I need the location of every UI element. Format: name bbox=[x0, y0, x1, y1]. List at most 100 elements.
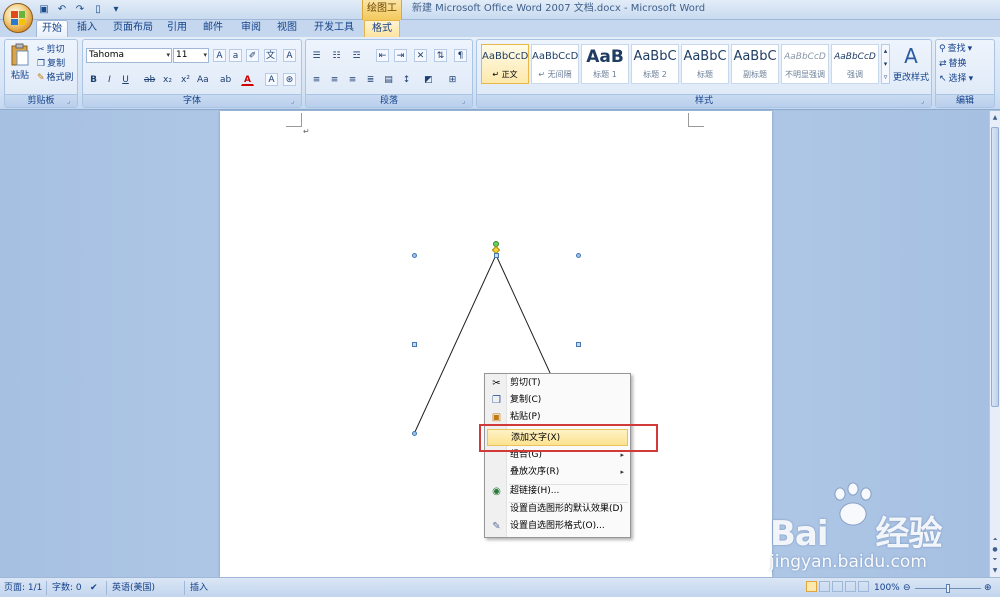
zoom-out-icon[interactable]: ⊖ bbox=[903, 581, 911, 595]
zoom-in-icon[interactable]: ⊕ bbox=[984, 581, 992, 595]
style-emphasis[interactable]: AaBbCcD 强调 bbox=[831, 44, 879, 84]
customize-qat-icon[interactable]: ▾ bbox=[110, 4, 122, 16]
decrease-indent-icon[interactable]: ⇤ bbox=[376, 49, 389, 62]
paragraph-launcher-icon[interactable]: ⌟ bbox=[462, 97, 470, 105]
styles-launcher-icon[interactable]: ⌟ bbox=[921, 97, 929, 105]
bold-icon[interactable]: B bbox=[87, 73, 100, 86]
chinese-layout-icon[interactable]: ✕ bbox=[414, 49, 427, 62]
menu-item-cut[interactable]: ✂ 剪切(T) bbox=[487, 375, 628, 392]
cut-button[interactable]: ✂ 剪切 bbox=[37, 43, 65, 57]
insert-mode-status[interactable]: 插入 bbox=[190, 581, 208, 595]
numbering-icon[interactable]: ☷ bbox=[330, 49, 343, 62]
highlight-icon[interactable]: ab bbox=[219, 73, 232, 86]
resize-handle-left[interactable] bbox=[412, 342, 417, 347]
zoom-slider[interactable] bbox=[915, 581, 981, 595]
style-heading-1[interactable]: AaB 标题 1 bbox=[581, 44, 629, 84]
outline-icon[interactable] bbox=[845, 581, 856, 592]
tab-insert[interactable]: 插入 bbox=[72, 20, 102, 37]
resize-handle-bl[interactable] bbox=[412, 431, 417, 436]
grow-font-icon[interactable]: A bbox=[213, 49, 226, 62]
sort-icon[interactable]: ⇅ bbox=[434, 49, 447, 62]
font-launcher-icon[interactable]: ⌟ bbox=[291, 97, 299, 105]
copy-button[interactable]: ❐ 复制 bbox=[37, 57, 65, 71]
tab-mailings[interactable]: 邮件 bbox=[198, 20, 228, 37]
tab-page-layout[interactable]: 页面布局 bbox=[108, 20, 158, 37]
style-title[interactable]: AaBbC 标题 bbox=[681, 44, 729, 84]
style-heading-2[interactable]: AaBbC 标题 2 bbox=[631, 44, 679, 84]
superscript-icon[interactable]: x² bbox=[179, 73, 192, 86]
menu-item-copy[interactable]: ❐ 复制(C) bbox=[487, 392, 628, 409]
zoom-slider-thumb[interactable] bbox=[946, 584, 950, 593]
resize-handle-tr[interactable] bbox=[576, 253, 581, 258]
distributed-icon[interactable]: ▤ bbox=[382, 73, 395, 86]
phonetic-guide-icon[interactable]: 文 bbox=[264, 49, 277, 62]
paste-button[interactable]: 粘贴 bbox=[7, 42, 33, 81]
clipboard-launcher-icon[interactable]: ⌟ bbox=[67, 97, 75, 105]
font-name-combo[interactable]: Tahoma ▾ bbox=[86, 48, 172, 63]
tab-references[interactable]: 引用 bbox=[162, 20, 192, 37]
resize-handle-top[interactable] bbox=[494, 253, 499, 258]
align-left-icon[interactable]: ≡ bbox=[310, 73, 323, 86]
menu-item-set-default-autoshape[interactable]: 设置自选图形的默认效果(D) bbox=[487, 501, 628, 518]
word-count[interactable]: 字数: 0 bbox=[52, 581, 82, 595]
language-status[interactable]: 英语(美国) bbox=[112, 581, 155, 595]
strikethrough-icon[interactable]: ab bbox=[143, 73, 156, 86]
styles-scroll-icon[interactable]: ▴ ▾ ▿ bbox=[881, 44, 890, 84]
tab-view[interactable]: 视图 bbox=[272, 20, 302, 37]
shrink-font-icon[interactable]: a bbox=[229, 49, 242, 62]
page-count[interactable]: 页面: 1/1 bbox=[4, 581, 42, 595]
replace-button[interactable]: ⇄ 替换 bbox=[939, 57, 967, 71]
save-icon[interactable]: ▣ bbox=[38, 4, 50, 16]
char-shading-icon[interactable]: A bbox=[265, 73, 278, 86]
style-no-spacing[interactable]: AaBbCcD ↵ 无间隔 bbox=[531, 44, 579, 84]
align-center-icon[interactable]: ≡ bbox=[328, 73, 341, 86]
web-layout-icon[interactable] bbox=[832, 581, 843, 592]
resize-handle-tl[interactable] bbox=[412, 253, 417, 258]
font-color-icon[interactable]: A bbox=[241, 73, 254, 86]
resize-handle-right[interactable] bbox=[576, 342, 581, 347]
print-layout-icon[interactable] bbox=[806, 581, 817, 592]
justify-icon[interactable]: ≣ bbox=[364, 73, 377, 86]
multilevel-list-icon[interactable]: ☲ bbox=[350, 49, 363, 62]
tab-format[interactable]: 格式 bbox=[364, 20, 400, 37]
menu-item-format-autoshape[interactable]: ✎ 设置自选图形格式(O)... bbox=[487, 518, 628, 535]
show-marks-icon[interactable]: ¶ bbox=[454, 49, 467, 62]
office-button[interactable] bbox=[3, 3, 33, 33]
font-size-combo[interactable]: 11 ▾ bbox=[173, 48, 209, 63]
select-button[interactable]: ↖ 选择 ▾ bbox=[939, 72, 973, 86]
change-styles-button[interactable]: A 更改样式 bbox=[891, 42, 931, 83]
full-screen-reading-icon[interactable] bbox=[819, 581, 830, 592]
menu-item-hyperlink[interactable]: ◉ 超链接(H)... bbox=[487, 483, 628, 500]
scroll-thumb[interactable] bbox=[991, 127, 999, 407]
menu-item-order[interactable]: 叠放次序(R) ▸ bbox=[487, 464, 628, 481]
shading-icon[interactable]: ◩ bbox=[422, 73, 435, 86]
find-button[interactable]: ⚲ 查找 ▾ bbox=[939, 42, 972, 56]
increase-indent-icon[interactable]: ⇥ bbox=[394, 49, 407, 62]
tab-developer[interactable]: 开发工具 bbox=[310, 20, 358, 37]
tab-review[interactable]: 审阅 bbox=[236, 20, 266, 37]
format-painter-button[interactable]: ✎ 格式刷 bbox=[37, 71, 74, 85]
align-right-icon[interactable]: ≡ bbox=[346, 73, 359, 86]
undo-icon[interactable]: ↶ bbox=[56, 4, 68, 16]
new-doc-icon[interactable]: ▯ bbox=[92, 4, 104, 16]
style-subtle-emphasis[interactable]: AaBbCcD 不明显强调 bbox=[781, 44, 829, 84]
draft-icon[interactable] bbox=[858, 581, 869, 592]
scroll-up-icon[interactable]: ▲ bbox=[991, 113, 999, 122]
paste-label: 粘贴 bbox=[10, 71, 29, 81]
redo-icon[interactable]: ↷ bbox=[74, 4, 86, 16]
proofing-icon[interactable]: ✔ bbox=[90, 581, 98, 595]
char-border-icon[interactable]: A bbox=[283, 49, 296, 62]
enclose-char-icon[interactable]: ⊛ bbox=[283, 73, 296, 86]
underline-icon[interactable]: U bbox=[119, 73, 132, 86]
style-subtitle[interactable]: AaBbC 副标题 bbox=[731, 44, 779, 84]
change-case-icon[interactable]: Aa bbox=[196, 73, 209, 86]
style-normal[interactable]: AaBbCcD ↵ 正文 bbox=[481, 44, 529, 84]
tab-home[interactable]: 开始 bbox=[36, 20, 68, 37]
clear-format-icon[interactable]: ✐ bbox=[246, 49, 259, 62]
borders-icon[interactable]: ⊞ bbox=[446, 73, 459, 86]
zoom-level[interactable]: 100% bbox=[874, 581, 900, 595]
bullets-icon[interactable]: ☰ bbox=[310, 49, 323, 62]
line-spacing-icon[interactable]: ↕ bbox=[400, 73, 413, 86]
italic-icon[interactable]: I bbox=[103, 73, 116, 86]
subscript-icon[interactable]: x₂ bbox=[161, 73, 174, 86]
